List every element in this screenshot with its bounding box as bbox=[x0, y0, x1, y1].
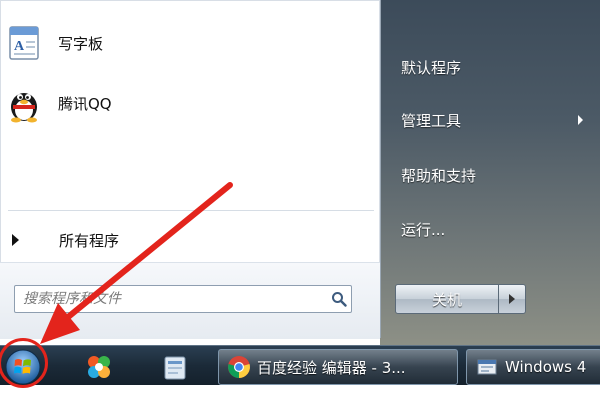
qq-penguin-icon bbox=[4, 83, 44, 123]
program-label: 腾讯QQ bbox=[58, 94, 112, 113]
wordpad-icon: A bbox=[4, 23, 44, 63]
shutdown-button[interactable]: 关机 bbox=[395, 284, 499, 314]
taskbar-window-chrome[interactable]: 百度经验 编辑器 - 3... bbox=[218, 349, 458, 385]
search-area bbox=[0, 262, 380, 339]
search-input[interactable] bbox=[15, 290, 327, 308]
screen: A 写字板 腾讯QQ 所有程序 搜索程序和文件 默认程序 管理工具 帮助和支持 … bbox=[0, 0, 600, 400]
start-orb-icon[interactable] bbox=[4, 348, 42, 386]
start-menu-right-pane: 默认程序 管理工具 帮助和支持 运行... 关机 bbox=[381, 0, 600, 338]
start-menu-left-pane: A 写字板 腾讯QQ 所有程序 搜索程序和文件 bbox=[0, 0, 381, 339]
chrome-icon bbox=[227, 355, 251, 379]
taskbar-window-label: 百度经验 编辑器 - 3... bbox=[257, 358, 406, 377]
right-item-admin-tools[interactable]: 管理工具 bbox=[401, 105, 591, 135]
right-item-label: 管理工具 bbox=[401, 111, 462, 130]
search-box[interactable] bbox=[14, 285, 352, 313]
magnifier-icon[interactable] bbox=[327, 287, 351, 311]
right-item-default-programs[interactable]: 默认程序 bbox=[401, 52, 591, 82]
right-item-label: 运行... bbox=[401, 220, 446, 239]
program-item-wordpad[interactable]: A 写字板 bbox=[4, 20, 374, 66]
program-label: 写字板 bbox=[58, 34, 104, 53]
shutdown-options-button[interactable] bbox=[499, 284, 526, 314]
triangle-right-icon bbox=[509, 294, 515, 304]
submenu-arrow-icon bbox=[578, 115, 583, 125]
triangle-right-icon bbox=[12, 234, 19, 246]
taskbar: 百度经验 编辑器 - 3... Windows 4 bbox=[0, 345, 600, 386]
svg-text:A: A bbox=[14, 39, 25, 54]
right-item-label: 默认程序 bbox=[401, 58, 462, 77]
windows-window-icon bbox=[475, 355, 499, 379]
program-item-qq[interactable]: 腾讯QQ bbox=[4, 80, 374, 126]
bottom-strip bbox=[0, 385, 600, 400]
shutdown-label: 关机 bbox=[431, 290, 462, 309]
colorful-app-icon[interactable] bbox=[84, 352, 114, 382]
right-item-help-support[interactable]: 帮助和支持 bbox=[401, 160, 591, 190]
taskbar-window-label: Windows 4 bbox=[505, 358, 587, 376]
taskbar-window-windows[interactable]: Windows 4 bbox=[466, 349, 600, 385]
all-programs-item[interactable]: 所有程序 bbox=[8, 226, 374, 254]
right-item-label: 帮助和支持 bbox=[401, 166, 477, 185]
right-item-run[interactable]: 运行... bbox=[401, 214, 591, 244]
divider bbox=[8, 210, 374, 211]
shutdown-group: 关机 bbox=[395, 284, 526, 314]
folder-app-icon[interactable] bbox=[160, 352, 190, 382]
all-programs-label: 所有程序 bbox=[59, 231, 120, 250]
